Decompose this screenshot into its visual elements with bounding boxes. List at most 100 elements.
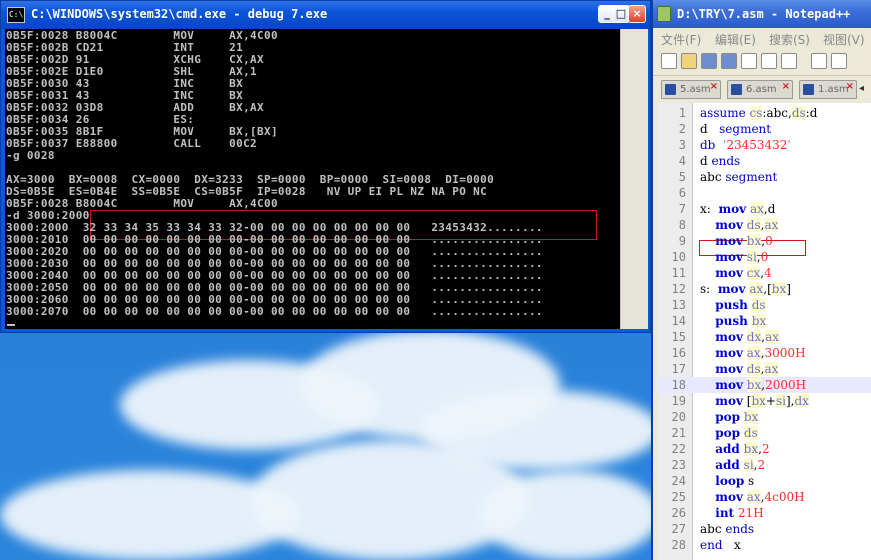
menu-view[interactable]: 视图(V) (823, 31, 865, 48)
code-line[interactable]: 7 x: mov ax,d (657, 201, 871, 217)
line-number: 21 (671, 426, 686, 440)
tab-5-asm[interactable]: 5.asm × (661, 80, 721, 99)
code-line[interactable]: 22 add bx,2 (657, 441, 871, 457)
line-number: 18 (671, 378, 686, 392)
code-line[interactable]: 17 mov ds,ax (657, 361, 871, 377)
cmd-scrollbar[interactable] (620, 29, 648, 329)
print-icon[interactable] (781, 53, 797, 69)
line-number: 11 (671, 266, 686, 280)
tab-1-asm[interactable]: 1.asm × (799, 80, 857, 99)
code-line[interactable]: 1 assume cs:abc,ds:d (657, 105, 871, 121)
menu-edit[interactable]: 编辑(E) (715, 31, 756, 48)
code-line[interactable]: 21 pop ds (657, 425, 871, 441)
console-line: -g 0028 (6, 149, 55, 162)
line-number: 23 (671, 458, 686, 472)
code-text: abc ends (700, 522, 755, 536)
menu-file[interactable]: 文件(F) (661, 31, 701, 48)
code-text: assume cs:abc,ds:d (700, 106, 818, 120)
code-line[interactable]: 23 add si,2 (657, 457, 871, 473)
code-line[interactable]: 5 abc segment (657, 169, 871, 185)
code-line[interactable]: 19 mov [bx+si],dx (657, 393, 871, 409)
code-text: end x (700, 538, 741, 552)
code-line[interactable]: 18 mov bx,2000H (657, 377, 871, 393)
code-text: mov ax,3000H (715, 346, 806, 360)
tab-label: 5.asm (680, 84, 711, 95)
close-button[interactable]: × (628, 5, 646, 23)
code-line[interactable]: 4 d ends (657, 153, 871, 169)
cmd-icon[interactable]: C:\ (7, 7, 25, 23)
line-number: 1 (678, 106, 686, 120)
code-text: add si,2 (715, 458, 766, 472)
code-text: pop bx (715, 410, 759, 424)
line-number: 6 (678, 186, 686, 200)
code-text: mov cx,4 (715, 266, 772, 280)
line-number: 7 (678, 202, 686, 216)
tab-scroll-left-icon[interactable]: ◂ (859, 81, 869, 97)
line-number: 27 (671, 522, 686, 536)
line-number: 4 (678, 154, 686, 168)
code-text: mov ds,ax (715, 218, 779, 232)
code-line[interactable]: 6 (657, 185, 871, 201)
close-file-icon[interactable] (741, 53, 757, 69)
open-file-icon[interactable] (681, 53, 697, 69)
line-number: 20 (671, 410, 686, 424)
console-output[interactable]: 0B5F:0028 B8004C MOV AX,4C00 0B5F:002B CD… (5, 29, 620, 329)
code-line[interactable]: 20 pop bx (657, 409, 871, 425)
close-all-icon[interactable] (761, 53, 777, 69)
code-line[interactable]: 11 mov cx,4 (657, 265, 871, 281)
tab-close-icon[interactable]: × (710, 81, 718, 92)
copy-icon[interactable] (831, 53, 847, 69)
code-line[interactable]: 3 db '23453432' (657, 137, 871, 153)
tab-close-icon[interactable]: × (782, 81, 790, 92)
code-text: mov bx,2000H (715, 378, 807, 392)
tab-close-icon[interactable]: × (846, 81, 854, 92)
code-editor[interactable]: 1 assume cs:abc,ds:d 2 d segment 3 db '234534… (657, 103, 871, 560)
save-all-icon[interactable] (721, 53, 737, 69)
line-number: 13 (671, 298, 686, 312)
code-line[interactable]: 8 mov ds,ax (657, 217, 871, 233)
cmd-window: C:\ C:\WINDOWS\system32\cmd.exe - debug … (0, 0, 651, 333)
file-icon (665, 84, 676, 95)
menu-bar: 文件(F) 编辑(E) 搜索(S) 视图(V) (653, 28, 871, 48)
tab-6-asm[interactable]: 6.asm × (727, 80, 793, 99)
save-icon[interactable] (701, 53, 717, 69)
code-line[interactable]: 28 end x (657, 537, 871, 553)
menu-search[interactable]: 搜索(S) (769, 31, 810, 48)
code-line[interactable]: 25 mov ax,4c00H (657, 489, 871, 505)
cmd-title-bar[interactable]: C:\ C:\WINDOWS\system32\cmd.exe - debug … (1, 1, 650, 29)
code-line[interactable]: 15 mov dx,ax (657, 329, 871, 345)
code-text: loop s (715, 474, 755, 488)
code-line[interactable]: 14 push bx (657, 313, 871, 329)
code-text: mov bx,0 (715, 234, 773, 248)
new-file-icon[interactable] (661, 53, 677, 69)
cut-icon[interactable] (811, 53, 827, 69)
notepad-window: D:\TRY\7.asm - Notepad++ 文件(F) 编辑(E) 搜索(… (651, 0, 871, 560)
code-text: s: mov ax,[bx] (700, 282, 791, 296)
code-text: mov dx,ax (715, 330, 779, 344)
code-text: mov [bx+si],dx (715, 394, 809, 408)
code-line[interactable]: 16 mov ax,3000H (657, 345, 871, 361)
code-text: mov ax,4c00H (715, 490, 805, 504)
code-line[interactable]: 27 abc ends (657, 521, 871, 537)
line-number: 2 (678, 122, 686, 136)
notepad-window-title: D:\TRY\7.asm - Notepad++ (677, 7, 851, 21)
cmd-window-title: C:\WINDOWS\system32\cmd.exe - debug 7.ex… (31, 7, 328, 21)
line-number: 17 (671, 362, 686, 376)
toolbar (653, 48, 871, 76)
code-line[interactable]: 13 push ds (657, 297, 871, 313)
line-number: 3 (678, 138, 686, 152)
code-line[interactable]: 24 loop s (657, 473, 871, 489)
code-line[interactable]: 2 d segment (657, 121, 871, 137)
notepad-title-bar[interactable]: D:\TRY\7.asm - Notepad++ (653, 0, 871, 28)
code-text: int 21H (715, 506, 764, 520)
tab-label: 1.asm (818, 84, 849, 95)
code-text: add bx,2 (715, 442, 770, 456)
line-number: 10 (671, 250, 686, 264)
code-text: db '23453432' (700, 138, 791, 152)
code-line[interactable]: 10 mov si,0 (657, 249, 871, 265)
code-line[interactable]: 26 int 21H (657, 505, 871, 521)
tab-label: 6.asm (746, 84, 777, 95)
line-number: 9 (678, 234, 686, 248)
code-line[interactable]: 12 s: mov ax,[bx] (657, 281, 871, 297)
code-line[interactable]: 9 mov bx,0 (657, 233, 871, 249)
